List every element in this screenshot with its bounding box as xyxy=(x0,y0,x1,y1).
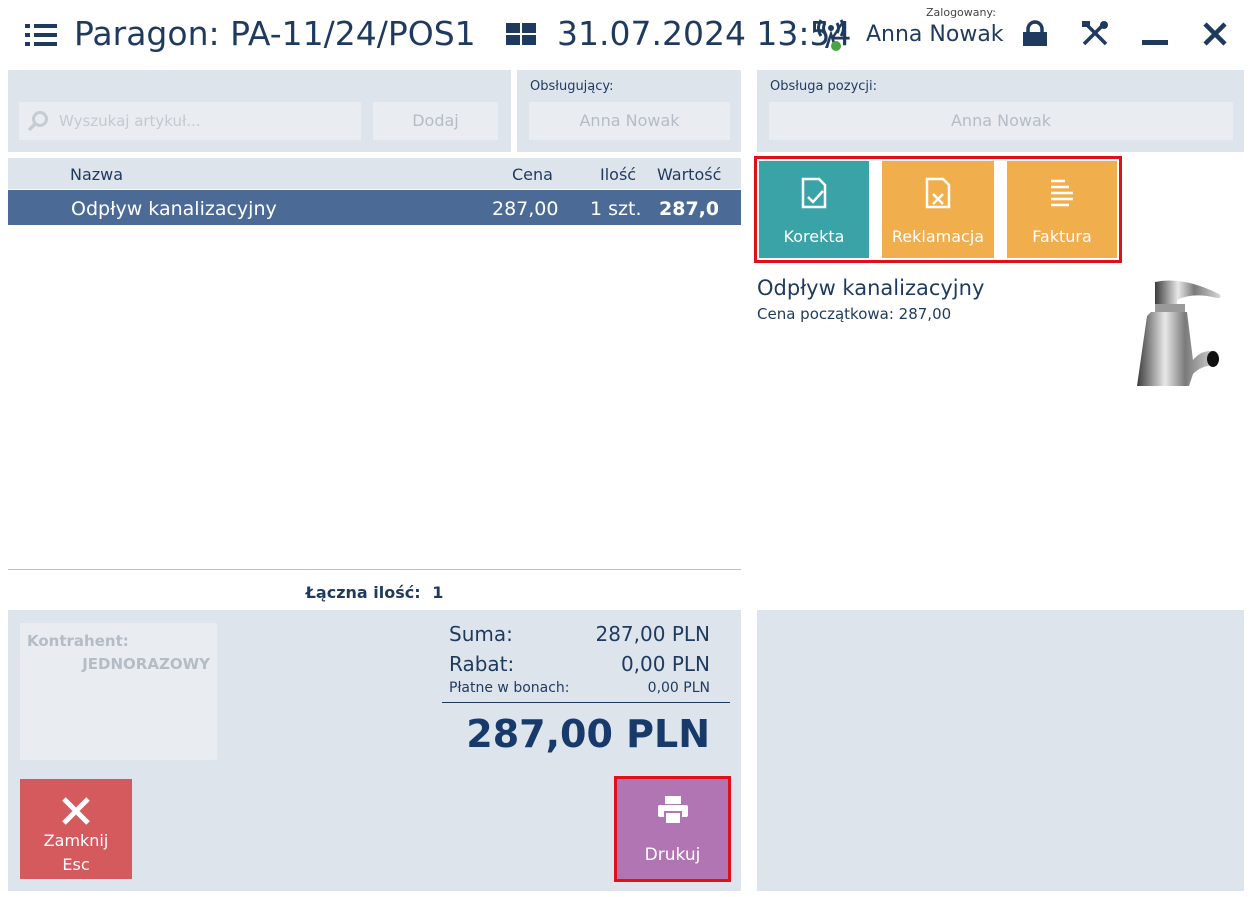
tiles-icon[interactable] xyxy=(506,23,536,45)
print-label: Drukuj xyxy=(644,845,701,865)
page-title: Paragon: PA-11/24/POS1 xyxy=(74,14,476,53)
grand-total: 287,00 PLN xyxy=(466,712,710,756)
item-service-panel: Obsługa pozycji: Anna Nowak xyxy=(757,70,1244,152)
close-window-icon[interactable] xyxy=(1202,21,1228,47)
search-placeholder: Wyszukaj artykuł... xyxy=(59,112,201,130)
print-button[interactable]: Drukuj xyxy=(614,776,731,882)
document-x-icon xyxy=(925,177,951,209)
item-service-label: Obsługa pozycji: xyxy=(770,79,878,94)
connection-icon[interactable] xyxy=(815,16,847,52)
serving-panel: Obsługujący: Anna Nowak xyxy=(517,70,741,152)
serving-value: Anna Nowak xyxy=(579,111,680,130)
table-row[interactable]: Odpływ kanalizacyjny 287,00 1 szt. 287,0… xyxy=(8,190,741,225)
add-button-label: Dodaj xyxy=(412,111,459,130)
korekta-label: Korekta xyxy=(783,227,845,246)
printer-icon xyxy=(658,796,688,825)
logged-user: Anna Nowak xyxy=(866,22,1004,47)
search-panel: Wyszukaj artykuł... Dodaj xyxy=(8,70,511,152)
item-service-value: Anna Nowak xyxy=(950,111,1052,130)
checkout-panel: Kontrahent: JEDNORAZOWY Suma: 287,00 PLN… xyxy=(8,610,741,891)
row-price: 287,00 xyxy=(492,198,559,220)
row-value: 287,00 xyxy=(659,198,718,220)
add-button[interactable]: Dodaj xyxy=(373,102,498,140)
faktura-button[interactable]: Faktura xyxy=(1007,161,1117,258)
search-icon xyxy=(27,111,48,132)
total-qty-label: Łączna ilość: xyxy=(305,583,421,602)
table-body xyxy=(8,225,741,570)
logged-caption: Zalogowany: xyxy=(926,6,996,19)
total-qty-value: 1 xyxy=(432,583,444,602)
menu-icon[interactable] xyxy=(25,24,57,46)
vouchers-label: Płatne w bonach: xyxy=(449,680,570,696)
close-label: Zamknij xyxy=(43,831,109,850)
row-name: Odpływ kanalizacyjny xyxy=(71,198,277,220)
customer-label: Kontrahent: xyxy=(27,632,129,650)
col-name[interactable]: Nazwa xyxy=(70,165,123,184)
table-header: Nazwa Cena Ilość Wartość xyxy=(8,158,741,189)
vouchers-value: 0,00 PLN xyxy=(647,680,710,696)
korekta-button[interactable]: Korekta xyxy=(759,161,869,258)
serving-field[interactable]: Anna Nowak xyxy=(529,102,730,140)
minimize-icon[interactable] xyxy=(1142,40,1168,45)
sum-label: Suma: xyxy=(449,622,513,646)
close-button[interactable]: Zamknij Esc xyxy=(20,779,132,879)
item-service-field[interactable]: Anna Nowak xyxy=(769,102,1233,140)
lock-icon[interactable] xyxy=(1021,20,1049,48)
sum-value: 287,00 PLN xyxy=(595,622,710,646)
col-qty[interactable]: Ilość xyxy=(600,165,636,184)
discount-label: Rabat: xyxy=(449,652,515,676)
search-input[interactable]: Wyszukaj artykuł... xyxy=(19,102,361,140)
total-qty: Łączna ilość: 1 xyxy=(8,583,741,602)
col-value[interactable]: Wartość xyxy=(657,165,721,184)
close-icon xyxy=(62,797,90,825)
faktura-label: Faktura xyxy=(1032,227,1092,246)
serving-label: Obsługujący: xyxy=(530,79,614,94)
product-image xyxy=(1133,276,1225,390)
datetime: 31.07.2024 13:54 xyxy=(557,14,852,53)
invoice-icon xyxy=(1051,179,1073,207)
detail-price: Cena początkowa: 287,00 xyxy=(757,305,952,323)
row-qty: 1 szt. xyxy=(590,198,642,220)
document-check-icon xyxy=(801,177,827,209)
bottom-right-panel xyxy=(757,610,1244,891)
discount-value: 0,00 PLN xyxy=(620,652,710,676)
col-price[interactable]: Cena xyxy=(512,165,553,184)
reklamacja-button[interactable]: Reklamacja xyxy=(882,161,994,258)
close-key: Esc xyxy=(62,855,90,874)
reklamacja-label: Reklamacja xyxy=(891,227,985,246)
customer-value: JEDNORAZOWY xyxy=(82,655,210,673)
detail-name: Odpływ kanalizacyjny xyxy=(757,276,985,300)
summary-divider xyxy=(442,702,730,703)
tools-icon[interactable] xyxy=(1080,20,1110,48)
customer-card[interactable]: Kontrahent: JEDNORAZOWY xyxy=(20,623,217,760)
